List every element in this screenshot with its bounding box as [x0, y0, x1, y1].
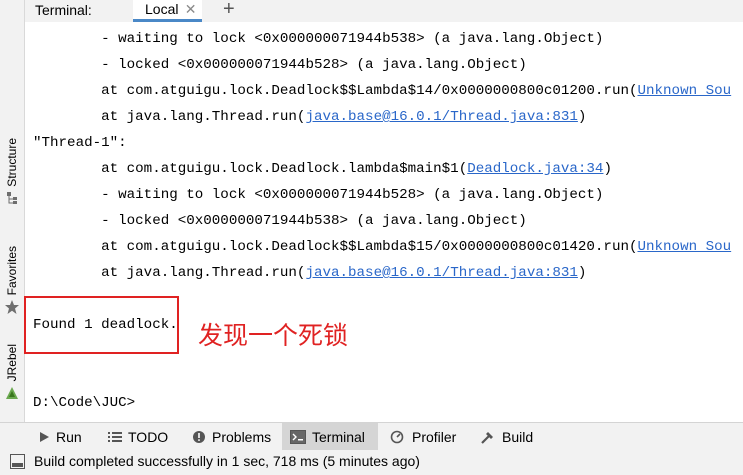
- sidebar-item-favorites[interactable]: Favorites: [0, 246, 24, 315]
- sidebar-item-label: Favorites: [5, 246, 19, 296]
- console-line: "Thread-1":: [33, 135, 127, 151]
- source-link[interactable]: Unknown Sou: [638, 239, 732, 255]
- console-line: at java.lang.Thread.run(java.base@16.0.1…: [33, 109, 587, 125]
- tool-todo[interactable]: TODO: [100, 423, 176, 450]
- tool-run[interactable]: Run: [30, 423, 90, 450]
- tab-local[interactable]: Local ✕: [133, 0, 203, 22]
- terminal-tab-bar: Terminal: Local ✕ +: [25, 0, 743, 23]
- tool-label: Profiler: [412, 428, 457, 445]
- source-link[interactable]: Unknown Sou: [638, 83, 732, 99]
- build-icon: [481, 431, 493, 444]
- sidebar-item-jrebel[interactable]: JRebel: [0, 344, 24, 401]
- status-bar: Build completed successfully in 1 sec, 7…: [0, 450, 743, 475]
- sidebar-item-label: JRebel: [5, 344, 19, 382]
- structure-icon: [7, 191, 17, 204]
- console-line: at java.lang.Thread.run(java.base@16.0.1…: [33, 265, 587, 281]
- tool-label: Build: [502, 428, 534, 445]
- annotation-text: 发现一个死锁: [198, 321, 349, 350]
- shell-prompt: D:\Code\JUC>: [33, 395, 136, 411]
- sidebar-item-structure[interactable]: Structure: [0, 138, 24, 205]
- console-line: - locked <0x000000071944b528> (a java.la…: [33, 57, 527, 73]
- build-status-text: Build completed successfully in 1 sec, 7…: [34, 453, 420, 469]
- problems-icon: [193, 430, 205, 443]
- tool-profiler[interactable]: Profiler: [382, 423, 464, 450]
- run-icon: [40, 431, 49, 442]
- profiler-icon: [390, 430, 404, 443]
- tool-build[interactable]: Build: [472, 423, 541, 450]
- todo-icon: [108, 431, 122, 442]
- console-line: - waiting to lock <0x000000071944b528> (…: [33, 187, 604, 203]
- source-link[interactable]: java.base@16.0.1/Thread.java:831: [305, 265, 577, 281]
- sidebar-item-label: Structure: [5, 138, 19, 187]
- highlight-box: [24, 296, 179, 354]
- jrebel-icon: [6, 387, 18, 400]
- terminal-output[interactable]: - waiting to lock <0x000000071944b538> (…: [25, 22, 743, 422]
- source-link[interactable]: java.base@16.0.1/Thread.java:831: [305, 109, 577, 125]
- terminal-panel-title: Terminal:: [35, 2, 92, 18]
- console-line: at com.atguigu.lock.Deadlock.lambda$main…: [33, 161, 612, 177]
- console-line: - locked <0x000000071944b538> (a java.la…: [33, 213, 527, 229]
- star-icon: [5, 300, 19, 315]
- console-line: - waiting to lock <0x000000071944b538> (…: [33, 31, 604, 47]
- new-tab-plus-icon[interactable]: +: [223, 0, 235, 21]
- tool-label: Problems: [212, 428, 272, 445]
- tool-problems[interactable]: Problems: [184, 423, 279, 450]
- console-line: at com.atguigu.lock.Deadlock$$Lambda$15/…: [33, 239, 732, 255]
- tab-local-label: Local: [145, 1, 179, 17]
- tool-label: Run: [56, 428, 82, 445]
- tool-label: Terminal: [312, 428, 365, 445]
- left-tool-stripe: Structure Favorites JRebel: [0, 0, 25, 422]
- tool-window-bar: Run TODO Problems Terminal Profiler Buil…: [0, 422, 743, 451]
- close-tab-icon[interactable]: ✕: [185, 0, 197, 19]
- panel-toggle-icon[interactable]: [10, 454, 26, 470]
- console-line: at com.atguigu.lock.Deadlock$$Lambda$14/…: [33, 83, 732, 99]
- source-link[interactable]: Deadlock.java:34: [467, 161, 603, 177]
- tool-terminal[interactable]: Terminal: [282, 423, 378, 450]
- terminal-icon: [290, 429, 306, 444]
- tool-label: TODO: [128, 428, 169, 445]
